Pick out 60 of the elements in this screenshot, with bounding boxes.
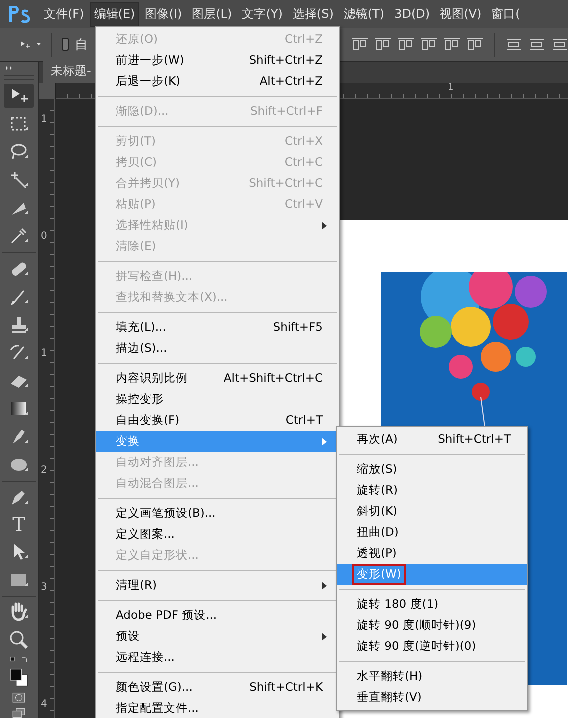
menu-bar-item[interactable]: 文字(Y) xyxy=(238,2,287,26)
menu-item[interactable]: 定义图案... xyxy=(96,524,339,545)
align-icon[interactable] xyxy=(352,38,368,52)
menu-item[interactable]: 颜色设置(G)... Shift+Ctrl+K xyxy=(96,677,339,698)
ruler-number: 4 xyxy=(41,699,48,710)
menu-bar-item[interactable]: 3D(D) xyxy=(390,3,434,25)
menu-item[interactable]: 填充(L)... Shift+F5 xyxy=(96,317,339,338)
align-icon[interactable] xyxy=(467,38,483,52)
menu-item[interactable]: 定义画笔预设(B)... xyxy=(96,503,339,524)
menu-item[interactable]: 再次(A) Shift+Ctrl+T xyxy=(337,429,527,450)
submenu-arrow-icon xyxy=(322,582,327,590)
menu-item[interactable]: 垂直翻转(V) xyxy=(337,687,527,708)
menu-item[interactable]: 透视(P) xyxy=(337,543,527,564)
ruler-number: 1 xyxy=(41,348,48,359)
distribute-icon[interactable] xyxy=(552,38,568,52)
submenu-arrow-icon xyxy=(322,438,327,446)
menu-bar-item[interactable]: 选择(S) xyxy=(288,2,338,26)
menu-bar-item[interactable]: 视图(V) xyxy=(436,2,486,26)
menu-item[interactable]: 清理(R) xyxy=(96,575,339,596)
menu-item[interactable]: 旋转(R) xyxy=(337,480,527,501)
checkbox[interactable] xyxy=(62,38,69,51)
menu-item[interactable]: Adobe PDF 预设... xyxy=(96,605,339,626)
menu-item[interactable]: 预设 xyxy=(96,626,339,647)
menu-item[interactable]: 操控变形 xyxy=(96,389,339,410)
menu-item[interactable]: 旋转 90 度(顺时针)(9) xyxy=(337,615,527,636)
align-icon[interactable] xyxy=(398,38,414,52)
align-icon[interactable] xyxy=(375,38,391,52)
menu-bar-item[interactable]: 图像(I) xyxy=(141,2,186,26)
menu-item[interactable]: 内容识别比例 Alt+Shift+Ctrl+C xyxy=(96,368,339,389)
menu-bar-item[interactable]: 图层(L) xyxy=(188,2,236,26)
menu-item[interactable]: 自由变换(F) Ctrl+T xyxy=(96,410,339,431)
type-tool-icon[interactable]: T xyxy=(12,514,26,536)
distribute-icon[interactable] xyxy=(506,38,522,52)
ruler-number: 1 xyxy=(41,114,48,125)
menu-item[interactable]: 扭曲(D) xyxy=(337,522,527,543)
ruler-number: 1 xyxy=(448,83,454,93)
ruler-number: 3 xyxy=(41,582,48,593)
menu-item[interactable]: 描边(S)... xyxy=(96,338,339,359)
distribute-icon[interactable] xyxy=(529,38,545,52)
align-icon[interactable] xyxy=(421,38,437,52)
menu-item[interactable]: 旋转 90 度(逆时针)(0) xyxy=(337,636,527,657)
ruler-number: 0 xyxy=(41,231,48,242)
menu-item[interactable]: 旋转 180 度(1) xyxy=(337,594,527,615)
menu-item[interactable]: 斜切(K) xyxy=(337,501,527,522)
ruler-number: 2 xyxy=(41,465,48,476)
menu-bar-item[interactable]: 窗口( xyxy=(488,2,524,26)
menu-item[interactable]: 远程连接... xyxy=(96,647,339,668)
checkbox-label: 自 xyxy=(75,36,88,54)
submenu-arrow-icon xyxy=(322,632,327,640)
dropdown-caret-icon[interactable] xyxy=(37,42,41,47)
move-tool-icon[interactable] xyxy=(4,84,34,108)
menu-item[interactable]: 水平翻转(H) xyxy=(337,666,527,687)
submenu-arrow-icon xyxy=(322,222,327,230)
menu-bar-item[interactable]: 文件(F) xyxy=(40,2,88,26)
menu-bar-item[interactable]: 编辑(E) xyxy=(90,2,140,26)
menu-item[interactable]: 指定配置文件... xyxy=(96,698,339,718)
align-icon[interactable] xyxy=(444,38,460,52)
menu-item[interactable]: 缩放(S) xyxy=(337,459,527,480)
menu-bar-item[interactable]: 滤镜(T) xyxy=(340,2,389,26)
ps-logo xyxy=(6,3,32,25)
